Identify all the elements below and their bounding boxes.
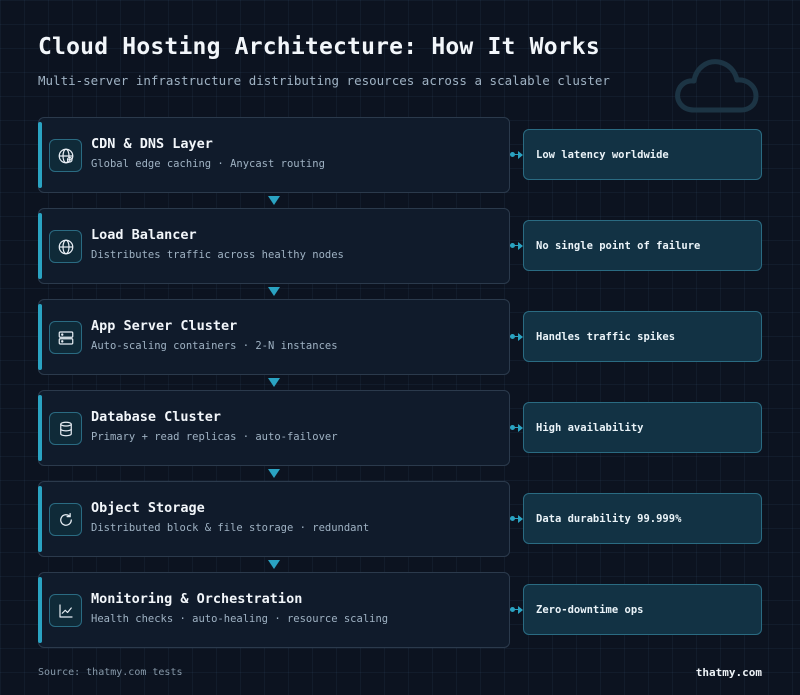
globe-network-icon xyxy=(49,139,82,172)
connector xyxy=(510,605,523,615)
layer-title: Object Storage xyxy=(91,500,205,516)
layer-title: Load Balancer xyxy=(91,227,197,243)
page-title: Cloud Hosting Architecture: How It Works xyxy=(38,34,600,60)
chart-line-icon xyxy=(49,594,82,627)
flow-arrow xyxy=(268,560,280,569)
benefit-card: Zero-downtime ops xyxy=(523,584,762,635)
layer-title: CDN & DNS Layer xyxy=(91,136,213,152)
brand-name: thatmy.com xyxy=(695,666,762,679)
connector xyxy=(510,514,523,524)
database-icon xyxy=(49,412,82,445)
layer-app-server-cluster: App Server Cluster Auto-scaling containe… xyxy=(38,299,510,375)
layer-description: Primary + read replicas · auto-failover xyxy=(91,431,338,443)
source-note: Source: thatmy.com tests xyxy=(38,667,183,678)
layer-load-balancer: Load Balancer Distributes traffic across… xyxy=(38,208,510,284)
layer-cdn-dns: CDN & DNS Layer Global edge caching · An… xyxy=(38,117,510,193)
layer-title: Monitoring & Orchestration xyxy=(91,591,303,607)
server-icon xyxy=(49,321,82,354)
layer-description: Distributes traffic across healthy nodes xyxy=(91,249,344,261)
layer-title: Database Cluster xyxy=(91,409,222,425)
layer-description: Health checks · auto-healing · resource … xyxy=(91,613,389,625)
globe-icon xyxy=(49,230,82,263)
flow-arrow xyxy=(268,287,280,296)
benefit-card: High availability xyxy=(523,402,762,453)
flow-arrow xyxy=(268,196,280,205)
benefit-card: Low latency worldwide xyxy=(523,129,762,180)
layer-description: Auto-scaling containers · 2-N instances xyxy=(91,340,338,352)
benefit-card: Handles traffic spikes xyxy=(523,311,762,362)
layer-database-cluster: Database Cluster Primary + read replicas… xyxy=(38,390,510,466)
connector xyxy=(510,332,523,342)
layer-title: App Server Cluster xyxy=(91,318,238,334)
connector xyxy=(510,423,523,433)
layer-object-storage: Object Storage Distributed block & file … xyxy=(38,481,510,557)
flow-arrow xyxy=(268,378,280,387)
layer-monitoring-orchestration: Monitoring & Orchestration Health checks… xyxy=(38,572,510,648)
benefit-card: No single point of failure xyxy=(523,220,762,271)
flow-arrow xyxy=(268,469,280,478)
layer-description: Distributed block & file storage · redun… xyxy=(91,522,370,534)
refresh-icon xyxy=(49,503,82,536)
connector xyxy=(510,241,523,251)
cloud-icon xyxy=(675,59,759,113)
layer-description: Global edge caching · Anycast routing xyxy=(91,158,325,170)
connector xyxy=(510,150,523,160)
page-subtitle: Multi-server infrastructure distributing… xyxy=(38,73,610,88)
benefit-card: Data durability 99.999% xyxy=(523,493,762,544)
